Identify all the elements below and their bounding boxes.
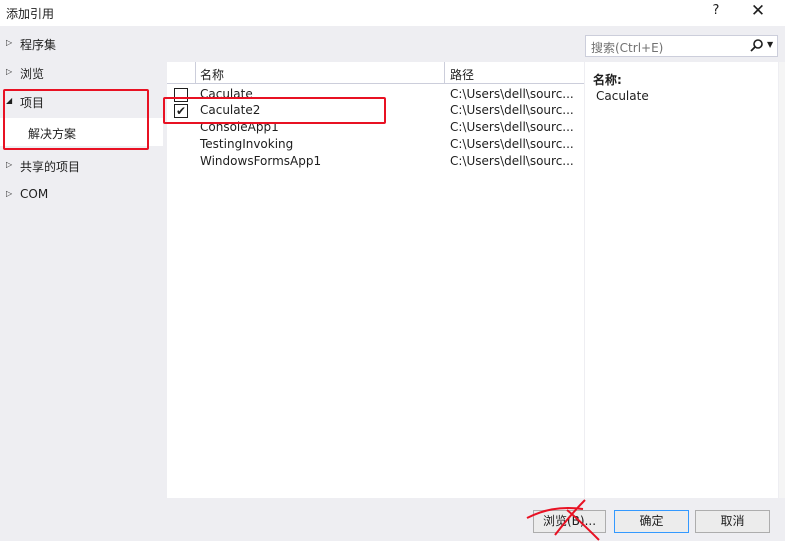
annotation-box-projects	[3, 89, 149, 150]
close-button[interactable]: ✕	[748, 1, 768, 21]
details-pane: 名称: Caculate	[585, 62, 778, 498]
expand-arrow-icon: ▷	[6, 38, 13, 47]
column-header-name[interactable]: 名称	[200, 66, 224, 83]
cancel-button[interactable]: 取消	[695, 510, 770, 533]
nav-item-browse[interactable]: ▷ 浏览	[0, 59, 163, 87]
annotation-cross-mark	[526, 499, 600, 541]
add-reference-dialog: 添加引用 ? ✕ ▷ 程序集 ▷ 浏览 ◢ 项目 解决方案 ▷ 共享的项目 ▷ …	[0, 0, 785, 541]
title-bar: 添加引用 ? ✕	[0, 0, 785, 26]
nav-item-label: 共享的项目	[20, 160, 81, 174]
details-name-value: Caculate	[596, 89, 649, 103]
annotation-box-caculate2	[163, 97, 386, 124]
nav-item-shared-projects[interactable]: ▷ 共享的项目	[0, 152, 163, 180]
details-name-label: 名称:	[593, 73, 622, 87]
nav-item-com[interactable]: ▷ COM	[0, 181, 163, 209]
row-path: C:\Users\dell\sourc...	[450, 120, 574, 134]
search-dropdown-icon[interactable]: ▼	[767, 40, 773, 49]
nav-item-label: 程序集	[20, 38, 57, 52]
table-row[interactable]: WindowsFormsApp1 C:\Users\dell\sourc...	[167, 153, 584, 170]
row-path: C:\Users\dell\sourc...	[450, 87, 574, 101]
row-path: C:\Users\dell\sourc...	[450, 137, 574, 151]
expand-arrow-icon: ▷	[6, 160, 13, 169]
expand-arrow-icon: ▷	[6, 189, 13, 198]
list-header: 名称 路径	[167, 62, 584, 84]
scrollbar[interactable]	[779, 62, 785, 498]
column-divider[interactable]	[195, 62, 196, 84]
row-name: TestingInvoking	[200, 137, 294, 151]
nav-item-label: COM	[20, 187, 49, 201]
row-name: WindowsFormsApp1	[200, 154, 322, 168]
nav-item-assemblies[interactable]: ▷ 程序集	[0, 30, 163, 58]
row-path: C:\Users\dell\sourc...	[450, 154, 574, 168]
column-header-path[interactable]: 路径	[450, 66, 474, 83]
column-divider[interactable]	[444, 62, 445, 84]
search-icon[interactable]	[750, 38, 764, 56]
help-button[interactable]: ?	[708, 3, 724, 18]
expand-arrow-icon: ▷	[6, 67, 13, 76]
row-path: C:\Users\dell\sourc...	[450, 103, 574, 117]
dialog-title: 添加引用	[6, 7, 55, 21]
search-placeholder: 搜索(Ctrl+E)	[591, 41, 664, 55]
search-box[interactable]: 搜索(Ctrl+E) ▼	[585, 35, 778, 57]
nav-item-label: 浏览	[20, 67, 45, 81]
ok-button[interactable]: 确定	[614, 510, 689, 533]
table-row[interactable]: TestingInvoking C:\Users\dell\sourc...	[167, 136, 584, 153]
reference-list: 名称 路径 Caculate C:\Users\dell\sourc... ✔ …	[167, 62, 584, 498]
